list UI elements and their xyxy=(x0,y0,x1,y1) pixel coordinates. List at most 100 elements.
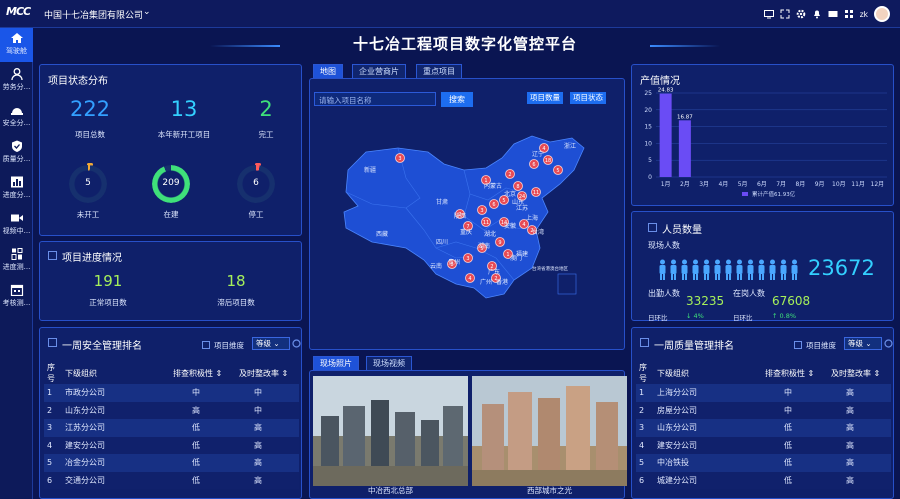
south-sea-inset xyxy=(557,273,577,295)
message-icon[interactable] xyxy=(828,9,838,19)
x-tick-label: 9月 xyxy=(815,181,825,188)
sidebar-item-label: 驾驶舱 xyxy=(6,47,27,55)
province-label-hubei: 湖北 xyxy=(484,230,496,238)
row-rectify: 中 xyxy=(236,384,299,402)
province-label-gansu: 甘肃 xyxy=(436,198,448,206)
row-no: 1 xyxy=(636,384,654,402)
video-camera-icon xyxy=(10,214,23,222)
normal-projects-value: 191 xyxy=(93,272,123,290)
sidebar-item-label: 进度测... xyxy=(2,263,31,271)
ratio-value-b: ↑ 0.8% xyxy=(772,312,797,320)
table-row[interactable]: 6 城建分公司低高 xyxy=(636,471,891,489)
row-rectify: 高 xyxy=(828,401,891,419)
y-tick-label: 20 xyxy=(644,107,652,114)
sidebar-item-progress[interactable]: 进度分... xyxy=(0,172,33,206)
province-label-hongkong: 香港 xyxy=(496,278,508,286)
col-header-rectify[interactable]: 及时整改率 ⇕ xyxy=(828,362,891,384)
project-dimension-checkbox[interactable] xyxy=(202,341,210,349)
level-select-value: 等级 xyxy=(256,339,271,348)
map-pin-count: 11 xyxy=(483,220,489,226)
project-status-button[interactable]: 项目状态 xyxy=(570,92,606,104)
settings-icon[interactable] xyxy=(292,339,301,348)
row-org: 房屋分公司 xyxy=(654,401,762,419)
sidebar-item-video[interactable]: 视频中... xyxy=(0,208,33,242)
row-no: 6 xyxy=(636,471,654,489)
gear-icon[interactable] xyxy=(796,9,806,19)
table-row[interactable]: 5 中冶铁投低高 xyxy=(636,454,891,472)
avatar[interactable] xyxy=(874,6,890,22)
province-label-fujian: 福建 xyxy=(516,250,528,258)
company-selector[interactable]: 中国十七冶集团有限公司 xyxy=(44,8,143,21)
project-dimension-label: 项目维度 xyxy=(214,341,244,350)
sidebar-item-safety[interactable]: 安全分... xyxy=(0,100,33,134)
person-icon xyxy=(680,259,689,281)
expand-icon[interactable] xyxy=(780,9,790,19)
col-header-rectify[interactable]: 及时整改率 ⇕ xyxy=(236,362,299,384)
sidebar-item-quality[interactable]: 质量分... xyxy=(0,136,33,170)
bar-chart-icon xyxy=(10,176,23,188)
table-row[interactable]: 3 山东分公司低高 xyxy=(636,419,891,437)
row-initiative: 低 xyxy=(170,419,236,437)
quality-rank-table: 序号 下级组织 排查积极性 ⇕ 及时整改率 ⇕ 1 上海分公司中高 2 房屋分公司中… xyxy=(636,362,891,489)
monitor-icon[interactable] xyxy=(763,9,774,19)
search-button[interactable]: 搜索 xyxy=(441,92,473,107)
bell-icon[interactable] xyxy=(812,9,822,19)
table-row[interactable]: 1 市政分公司中中 xyxy=(44,384,299,402)
tab-site-videos[interactable]: 现场视频 xyxy=(366,356,412,371)
col-header-initiative[interactable]: 排查积极性 ⇕ xyxy=(762,362,828,384)
sidebar-item-schedule[interactable]: 进度测... xyxy=(0,244,33,278)
row-rectify: 高 xyxy=(236,419,299,437)
person-icon xyxy=(10,68,23,80)
x-tick-label: 8月 xyxy=(795,181,805,188)
tab-map[interactable]: 地图 xyxy=(313,64,343,79)
table-row[interactable]: 5 冶金分公司低高 xyxy=(44,454,299,472)
bar[interactable] xyxy=(659,93,672,177)
bar[interactable] xyxy=(678,120,691,177)
table-row[interactable]: 2 房屋分公司中高 xyxy=(636,401,891,419)
table-row[interactable]: 2 山东分公司高中 xyxy=(44,401,299,419)
level-select[interactable]: 等级 ⌄ xyxy=(252,337,290,350)
panel-title-icon xyxy=(648,223,657,232)
x-tick-label: 6月 xyxy=(757,181,767,188)
map-pin-count: 8 xyxy=(516,184,519,190)
settings-icon[interactable] xyxy=(884,339,893,348)
person-icon xyxy=(790,259,799,281)
y-tick-label: 15 xyxy=(644,124,652,131)
person-icon xyxy=(757,259,766,281)
grid-icon[interactable] xyxy=(844,9,854,19)
table-row[interactable]: 4 建安分公司低高 xyxy=(44,436,299,454)
level-select[interactable]: 等级 ⌄ xyxy=(844,337,882,350)
safety-rank-panel: 一周安全管理排名 项目维度 等级 ⌄ 序号 下级组织 排查积极性 ⇕ 及时整改率… xyxy=(39,327,302,499)
china-map[interactable]: 31261854118245632711 14 429538 214 2 新疆 西藏 辽… xyxy=(336,108,606,308)
row-org: 冶金分公司 xyxy=(62,454,170,472)
x-tick-label: 4月 xyxy=(718,181,728,188)
tab-site-photos[interactable]: 现场照片 xyxy=(313,356,359,371)
col-header-initiative[interactable]: 排查积极性 ⇕ xyxy=(170,362,236,384)
table-row[interactable]: 6 交通分公司低高 xyxy=(44,471,299,489)
chevron-down-icon[interactable]: ⌄ xyxy=(143,7,151,17)
tab-business[interactable]: 企业营商片 xyxy=(352,64,406,79)
project-search-input[interactable]: 请输入项目名称 xyxy=(314,92,436,106)
table-row[interactable]: 1 上海分公司中高 xyxy=(636,384,891,402)
panel-title-icon xyxy=(640,338,649,347)
x-tick-label: 5月 xyxy=(738,181,748,188)
row-initiative: 中 xyxy=(762,384,828,402)
table-row[interactable]: 4 建安分公司低高 xyxy=(636,436,891,454)
province-label-xizang: 西藏 xyxy=(376,230,388,238)
in-progress-value: 209 xyxy=(162,178,180,188)
province-label-anhui: 安徽 xyxy=(504,222,516,230)
sidebar: 驾驶舱 劳务分... 安全分... 质量分... 进度分... 视频中... 进… xyxy=(0,28,33,499)
attendance-count: 33235 xyxy=(686,294,725,308)
province-label-shaanxi: 陕西 xyxy=(454,212,466,220)
tab-key-projects[interactable]: 重点项目 xyxy=(416,64,462,79)
site-photo-2[interactable] xyxy=(472,376,627,486)
sidebar-item-labor[interactable]: 劳务分... xyxy=(0,64,33,98)
sidebar-item-assessment[interactable]: 考核测... xyxy=(0,280,33,314)
output-bar-chart: 0 5 10 15 20 25 24.83 1月 16.87 2月 3月 4月 5月 6月 7月 8月 9月 10… xyxy=(644,88,887,198)
project-count-button[interactable]: 项目数量 xyxy=(527,92,563,104)
row-org: 市政分公司 xyxy=(62,384,170,402)
project-dimension-checkbox[interactable] xyxy=(794,341,802,349)
site-photo-1[interactable] xyxy=(313,376,468,486)
sidebar-item-cockpit[interactable]: 驾驶舱 xyxy=(0,28,33,62)
table-row[interactable]: 3 江苏分公司低高 xyxy=(44,419,299,437)
